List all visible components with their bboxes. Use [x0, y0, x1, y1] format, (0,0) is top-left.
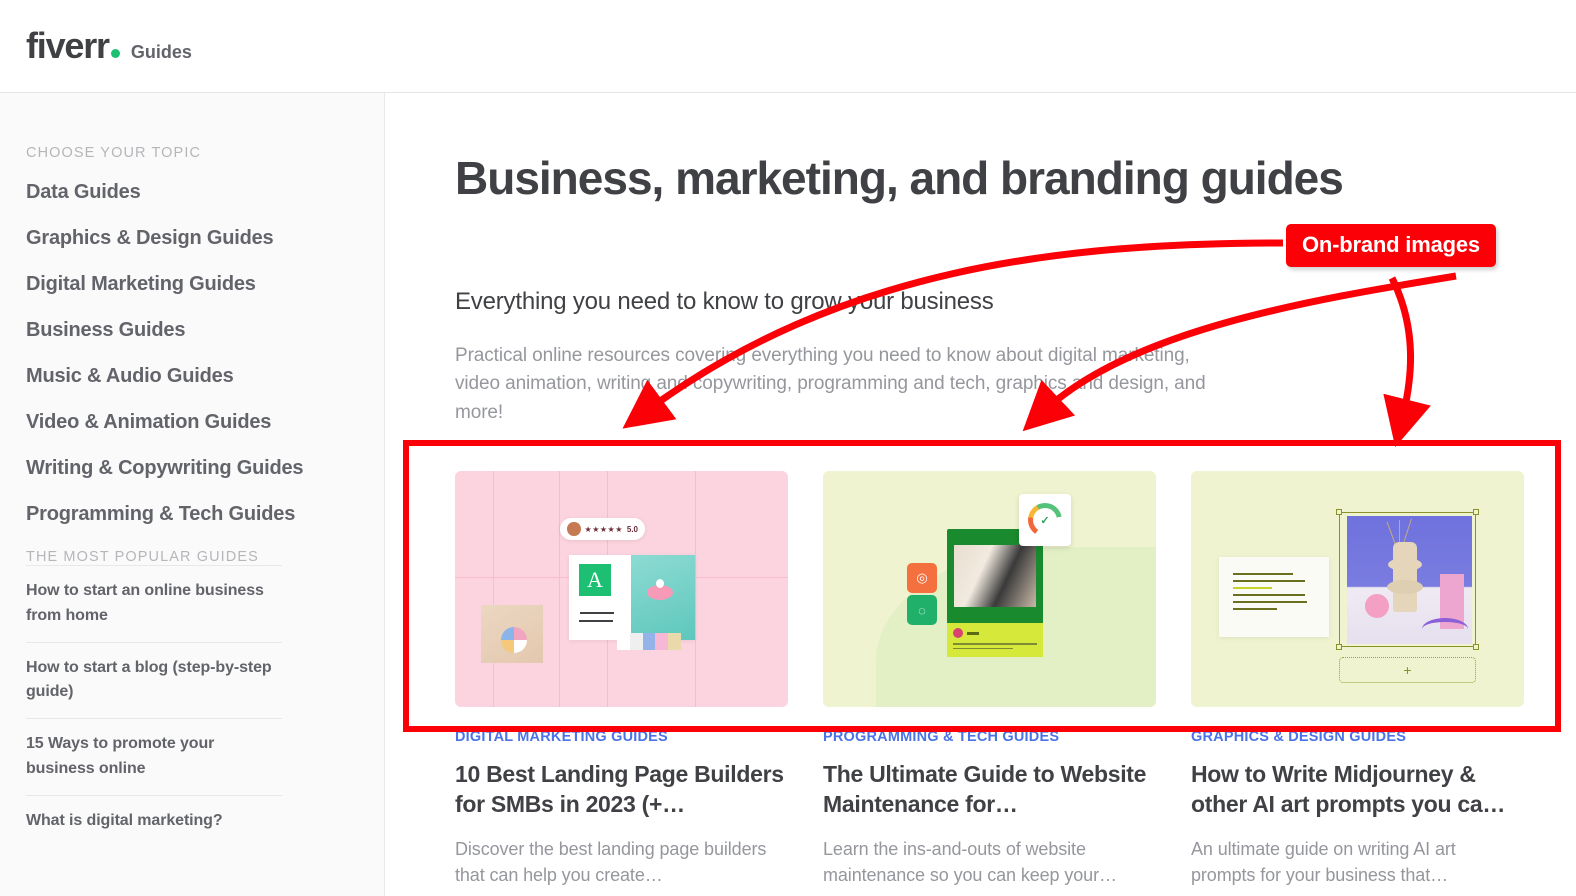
card-description: Learn the ins-and-outs of website mainte… [823, 838, 1117, 886]
avatar [567, 522, 581, 537]
section-subheading: Everything you need to know to grow your… [455, 287, 994, 315]
sidebar-popular-label: THE MOST POPULAR GUIDES [26, 549, 259, 565]
card-category[interactable]: DIGITAL MARKETING GUIDES [455, 729, 788, 745]
section-paragraph: Practical online resources covering ever… [455, 344, 1206, 423]
guide-cards-row: ★★★★★ 5.0 A DIGITAL MARKETING GUIDES 10 … [455, 471, 1576, 889]
card-description: Discover the best landing page builders … [455, 838, 767, 886]
vase-icon [1387, 542, 1423, 613]
page-root: fiverr Guides CHOOSE YOUR TOPIC Data Gui… [0, 0, 1576, 896]
fiverr-logo[interactable]: fiverr Guides [26, 25, 192, 67]
main-content: Business, marketing, and branding guides… [385, 93, 1576, 896]
annotation-label: On-brand images [1286, 224, 1496, 267]
ai-generated-photo [1347, 516, 1472, 645]
add-image-button[interactable]: + [1339, 657, 1476, 684]
sidebar-item-business-guides[interactable]: Business Guides [26, 319, 358, 341]
sidebar-item-writing-copywriting-guides[interactable]: Writing & Copywriting Guides [26, 457, 358, 479]
settings-tile-icon: ◎ [907, 563, 937, 594]
logo-subtitle: Guides [130, 42, 192, 62]
star-rating-icon: ★★★★★ [584, 524, 623, 534]
check-icon: ✓ [1033, 508, 1057, 533]
popular-guide-item[interactable]: How to start an online business from hom… [26, 565, 282, 642]
performance-gauge-card: ✓ [1019, 494, 1071, 547]
beach-photo [481, 605, 543, 664]
popular-guide-item[interactable]: 15 Ways to promote your business online [26, 718, 282, 795]
brand-dot-icon [110, 49, 120, 58]
sidebar-topic-label: CHOOSE YOUR TOPIC [26, 145, 202, 161]
card-title[interactable]: How to Write Midjourney & other AI art p… [1191, 759, 1524, 820]
page-title: Business, marketing, and branding guides [455, 152, 1344, 204]
clothing-rack-photo [954, 545, 1036, 608]
social-post-mockup [947, 529, 1043, 658]
guide-card[interactable]: + GRAPHICS & DESIGN GUIDES How to Write … [1191, 471, 1524, 889]
guide-card-thumbnail: ◎ ◌ ✓ [823, 471, 1156, 708]
beach-ball-icon [501, 627, 527, 654]
card-category[interactable]: PROGRAMMING & TECH GUIDES [823, 729, 1156, 745]
guide-card-thumbnail: + [1191, 471, 1524, 708]
logo-wordmark: fiverr [26, 25, 110, 66]
popular-guide-item[interactable]: What is digital marketing? [26, 794, 282, 847]
sidebar-item-programming-tech-guides[interactable]: Programming & Tech Guides [26, 503, 358, 525]
prompt-document [1219, 557, 1329, 638]
card-category[interactable]: GRAPHICS & DESIGN GUIDES [1191, 729, 1524, 745]
layout-mockup: A [569, 555, 695, 641]
popular-guide-item[interactable]: How to start a blog (step-by-step guide) [26, 641, 282, 719]
guide-card-thumbnail: ★★★★★ 5.0 A [455, 471, 788, 708]
card-title[interactable]: The Ultimate Guide to Website Maintenanc… [823, 759, 1156, 820]
rating-score: 5.0 [626, 524, 638, 534]
guide-card[interactable]: ★★★★★ 5.0 A DIGITAL MARKETING GUIDES 10 … [455, 471, 788, 889]
letter-tile: A [579, 564, 611, 597]
sidebar-item-video-animation-guides[interactable]: Video & Animation Guides [26, 411, 358, 433]
color-palette [617, 633, 681, 651]
sidebar: CHOOSE YOUR TOPIC Data Guides Graphics &… [0, 93, 385, 896]
card-description: An ultimate guide on writing AI art prom… [1191, 838, 1456, 886]
guide-card[interactable]: ◎ ◌ ✓ PROGRAMMING & TECH GUIDES The Ulti… [823, 471, 1156, 889]
pool-float-icon [647, 579, 673, 601]
rating-pill: ★★★★★ 5.0 [560, 518, 645, 541]
avatar [953, 628, 963, 639]
top-header: fiverr Guides [0, 0, 1576, 93]
refresh-tile-icon: ◌ [907, 595, 937, 626]
sidebar-item-music-audio-guides[interactable]: Music & Audio Guides [26, 365, 358, 387]
card-title[interactable]: 10 Best Landing Page Builders for SMBs i… [455, 759, 788, 820]
sidebar-item-digital-marketing-guides[interactable]: Digital Marketing Guides [26, 273, 358, 295]
sidebar-item-graphics-design-guides[interactable]: Graphics & Design Guides [26, 227, 358, 249]
sidebar-item-data-guides[interactable]: Data Guides [26, 181, 358, 203]
